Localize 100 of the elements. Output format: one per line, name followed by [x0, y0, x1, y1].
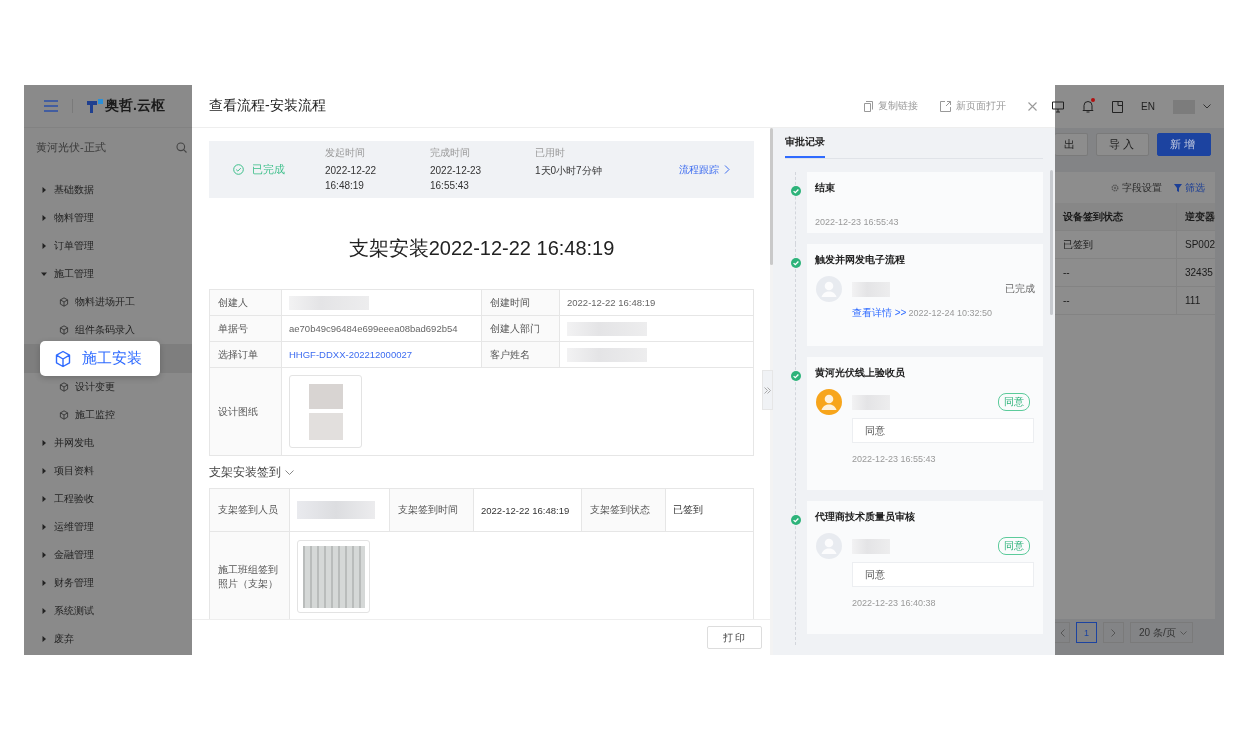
filter-icon: [1174, 183, 1182, 192]
field-label: 已用时: [535, 146, 566, 160]
workspace-name: 黄河光伏-正式: [36, 139, 106, 155]
toolbar-button[interactable]: 出: [1055, 133, 1088, 156]
field-label: 单据号: [210, 316, 282, 342]
result-text: 已完成: [1005, 282, 1035, 296]
menu-item[interactable]: 金融管理: [24, 541, 192, 569]
cube-icon: [59, 410, 69, 420]
scrollbar-thumb[interactable]: [1050, 170, 1053, 315]
status-text: 已完成: [252, 162, 285, 177]
monitor-icon[interactable]: [1052, 100, 1064, 113]
menu-item[interactable]: 基础数据: [24, 176, 192, 204]
cube-icon: [59, 382, 69, 392]
next-page-button[interactable]: [1103, 622, 1124, 643]
image-thumbnail[interactable]: [289, 375, 362, 448]
step-title: 结束: [815, 181, 836, 195]
collapse-handle[interactable]: [762, 370, 773, 410]
field-label: 设计图纸: [210, 368, 282, 456]
cube-icon: [59, 325, 69, 335]
table-cell: --: [1055, 259, 1177, 286]
header-link[interactable]: 复制链接: [864, 99, 918, 113]
copy-icon: [864, 100, 873, 112]
menu-item[interactable]: 订单管理: [24, 232, 192, 260]
step-title: 代理商技术质量员审核: [815, 510, 916, 524]
field-value: 2022-12-23 16:55:43: [430, 164, 483, 193]
toolbar-button[interactable]: 导入: [1096, 133, 1149, 156]
table-cell-text: SP002: [1184, 239, 1216, 250]
cube-icon: [59, 297, 69, 307]
timestamp: 2022-12-24 10:32:50: [908, 308, 993, 318]
field-label: 施工班组签到照片（支架）: [210, 532, 290, 619]
timestamp: 2022-12-23 16:40:38: [852, 598, 937, 608]
check-circle-icon: [233, 164, 244, 175]
track-link[interactable]: 流程跟踪: [679, 162, 730, 177]
menu-item[interactable]: 组件条码录入: [24, 316, 192, 344]
language-text[interactable]: EN: [1141, 101, 1155, 112]
menu-item[interactable]: 施工安装: [40, 341, 160, 376]
table-cell-text: 111: [1184, 295, 1201, 306]
field-label: 创建时间: [482, 290, 560, 316]
approval-tag: 同意: [998, 393, 1030, 411]
section-header[interactable]: 支架安装签到: [209, 464, 754, 481]
page-button[interactable]: 1: [1076, 622, 1097, 643]
details-link[interactable]: 查看详情 >>: [852, 306, 907, 320]
step-title: 黄河光伏线上验收员: [815, 366, 906, 380]
menu-item[interactable]: 运维管理: [24, 513, 192, 541]
cube-icon: [54, 349, 72, 368]
scrollbar-thumb[interactable]: [770, 128, 773, 265]
menu-item[interactable]: 工程验收: [24, 485, 192, 513]
menu-item[interactable]: 物料进场开工: [24, 288, 192, 316]
field-label: 发起时间: [325, 146, 366, 160]
chevron-down-icon[interactable]: [1202, 104, 1211, 109]
logo-icon: [87, 99, 103, 113]
search-icon[interactable]: [176, 141, 187, 153]
menu-item[interactable]: 系统测试: [24, 597, 192, 625]
approval-tag: 同意: [998, 537, 1030, 555]
toolbar-button[interactable]: 新增: [1157, 133, 1211, 156]
open-external-icon: [940, 100, 951, 112]
image-thumbnail[interactable]: [297, 540, 370, 613]
double-chevron-icon: [764, 386, 771, 394]
close-icon[interactable]: [1028, 101, 1037, 111]
field-value: 2022-12-22 16:48:19: [481, 504, 570, 516]
step-title: 触发并网发电子流程: [815, 253, 906, 267]
field-value: ae70b49c96484e699eeea08bad692b54: [289, 323, 458, 334]
column-header: 逆变器: [1184, 209, 1215, 224]
menu-item[interactable]: 并网发电: [24, 429, 192, 457]
comment-box: 同意: [852, 562, 1034, 587]
chevron-right-icon: [1111, 628, 1116, 637]
menu-item[interactable]: 设计变更: [24, 373, 192, 401]
order-link[interactable]: HHGF-DDXX-202212000027: [289, 349, 413, 360]
field-label: 支架签到时间: [390, 489, 474, 532]
field-label: 选择订单: [210, 342, 282, 368]
photo-placeholder: [308, 383, 343, 440]
field-label: 创建人部门: [482, 316, 560, 342]
field-label: 支架签到状态: [582, 489, 666, 532]
bell-icon[interactable]: [1082, 100, 1094, 113]
document-title: 支架安装2022-12-22 16:48:19: [347, 236, 616, 261]
menu-item[interactable]: 施工监控: [24, 401, 192, 429]
menu-icon[interactable]: [44, 100, 58, 112]
header-link[interactable]: 新页面打开: [940, 99, 1006, 113]
chevron-left-icon: [1059, 628, 1065, 637]
field-label: 创建人: [210, 290, 282, 316]
table-tool[interactable]: 字段设置: [1111, 180, 1162, 195]
field-value: 2022-12-22 16:48:19: [325, 164, 378, 193]
prev-page-button[interactable]: [1055, 622, 1070, 643]
page-size-select[interactable]: 20 条/页: [1130, 622, 1193, 643]
column-header: 设备签到状态: [1055, 203, 1177, 230]
timestamp: 2022-12-23 16:55:43: [852, 454, 937, 464]
menu-item[interactable]: 项目资料: [24, 457, 192, 485]
menu-item[interactable]: 财务管理: [24, 569, 192, 597]
table-cell: --: [1055, 287, 1177, 314]
photo-placeholder: [302, 545, 365, 608]
field-value: 2022-12-22 16:48:19: [567, 297, 656, 308]
print-button[interactable]: 打印: [707, 626, 762, 649]
document-icon[interactable]: [1112, 100, 1123, 113]
menu-item[interactable]: 废弃: [24, 625, 192, 653]
menu-item[interactable]: 施工管理: [24, 260, 192, 288]
table-cell-text: 32435: [1184, 267, 1213, 278]
menu-item[interactable]: 物料管理: [24, 204, 192, 232]
field-label: 完成时间: [430, 146, 471, 160]
approval-tab[interactable]: 审批记录: [785, 135, 825, 158]
table-tool[interactable]: 筛选: [1174, 180, 1205, 195]
